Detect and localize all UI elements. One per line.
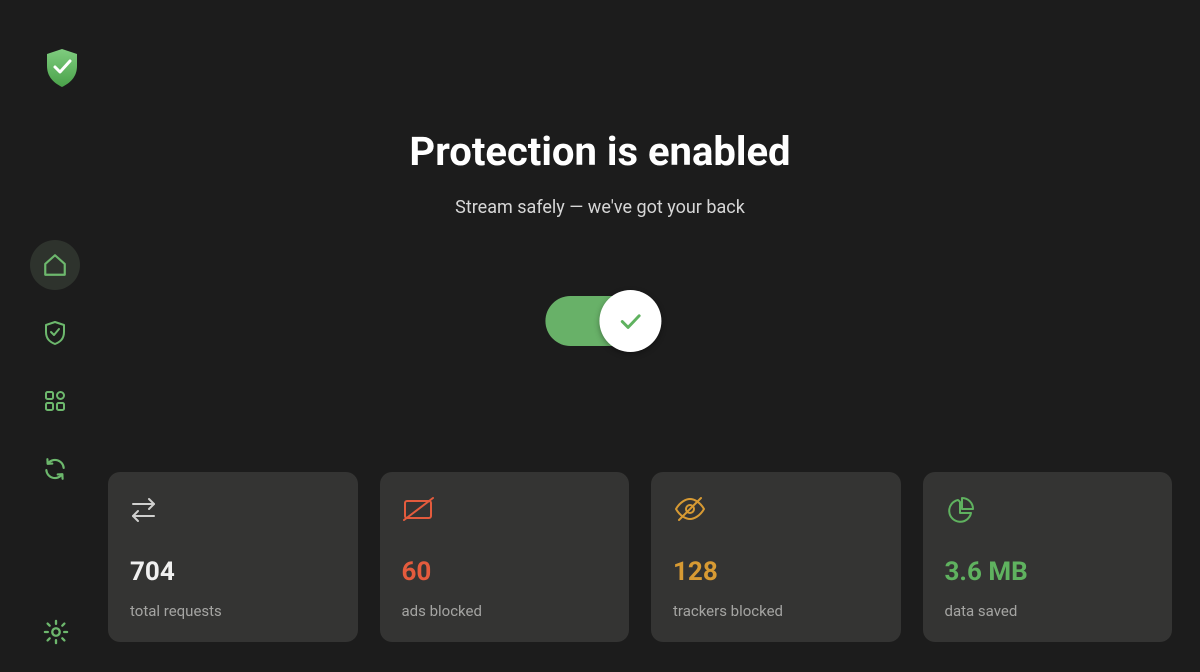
- nav-protection[interactable]: [30, 308, 80, 358]
- app-logo-shield-icon: [44, 48, 80, 92]
- stat-label: total requests: [130, 602, 336, 620]
- eye-slash-icon: [673, 496, 879, 526]
- nav-apps[interactable]: [30, 376, 80, 426]
- apps-grid-icon: [43, 389, 67, 413]
- sidebar-nav: [30, 240, 80, 494]
- ad-block-icon: [402, 496, 608, 526]
- toggle-knob: [599, 290, 661, 352]
- nav-home[interactable]: [30, 240, 80, 290]
- stat-label: data saved: [945, 602, 1151, 620]
- shield-check-icon: [43, 320, 67, 346]
- arrows-icon: [130, 496, 336, 526]
- home-icon: [42, 252, 68, 278]
- stat-card-ads-blocked[interactable]: 60 ads blocked: [380, 472, 630, 642]
- refresh-icon: [42, 456, 68, 482]
- stat-card-data-saved[interactable]: 3.6 MB data saved: [923, 472, 1173, 642]
- protection-toggle[interactable]: [545, 296, 655, 346]
- hero-section: Protection is enabled Stream safely — we…: [409, 128, 790, 346]
- stat-card-total-requests[interactable]: 704 total requests: [108, 472, 358, 642]
- stat-value: 60: [402, 557, 608, 587]
- stats-row: 704 total requests 60 ads blocked 128 tr…: [108, 472, 1172, 642]
- stat-label: trackers blocked: [673, 602, 879, 620]
- stat-value: 704: [130, 557, 336, 587]
- stat-card-trackers-blocked[interactable]: 128 trackers blocked: [651, 472, 901, 642]
- protection-status-title: Protection is enabled: [409, 128, 790, 175]
- stat-value: 128: [673, 557, 879, 587]
- gear-icon: [42, 618, 70, 646]
- nav-settings[interactable]: [36, 612, 76, 652]
- check-icon: [616, 307, 644, 335]
- pie-chart-icon: [945, 496, 1151, 526]
- nav-updates[interactable]: [30, 444, 80, 494]
- stat-label: ads blocked: [402, 602, 608, 620]
- protection-status-subtitle: Stream safely — we've got your back: [455, 197, 745, 218]
- stat-value: 3.6 MB: [945, 557, 1151, 587]
